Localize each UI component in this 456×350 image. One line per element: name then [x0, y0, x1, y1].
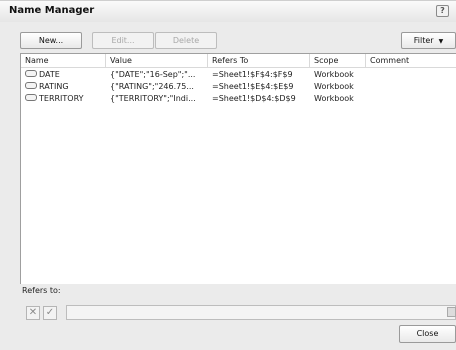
filter-button[interactable]: Filter ▼: [401, 32, 456, 49]
row-refers-to: =Sheet1!$D$4:$D$9: [212, 94, 296, 103]
delete-button-label: Delete: [172, 36, 200, 45]
row-comment: [370, 69, 456, 80]
edit-button-label: Edit...: [111, 36, 135, 45]
new-button[interactable]: New...: [20, 32, 82, 49]
row-name: TERRITORY: [39, 94, 84, 103]
table-row[interactable]: DATE {"DATE";"16-Sep";"... =Sheet1!$F$4:…: [21, 69, 456, 80]
column-header-scope-label: Scope: [314, 56, 339, 65]
confirm-icon[interactable]: ✓: [43, 306, 57, 320]
close-button-label: Close: [416, 329, 439, 338]
named-range-icon: [25, 94, 37, 101]
column-header-name-label: Name: [25, 56, 49, 65]
row-value: {"DATE";"16-Sep";"...: [110, 70, 196, 79]
row-comment: [370, 81, 456, 92]
row-value: {"RATING";"246.75...: [110, 82, 194, 91]
refers-to-label: Refers to:: [22, 286, 61, 295]
column-header-value[interactable]: Value: [106, 54, 208, 68]
row-scope: Workbook: [314, 94, 354, 103]
row-name: RATING: [39, 82, 69, 91]
row-refers-to: =Sheet1!$F$4:$F$9: [212, 70, 293, 79]
help-icon[interactable]: ?: [436, 5, 449, 17]
named-range-icon: [25, 70, 37, 77]
column-header-value-label: Value: [110, 56, 132, 65]
row-scope: Workbook: [314, 82, 354, 91]
refers-to-input[interactable]: [66, 305, 456, 320]
column-header-refers-to-label: Refers To: [212, 56, 249, 65]
table-row[interactable]: TERRITORY {"TERRITORY";"Indi... =Sheet1!…: [21, 93, 456, 104]
table-row[interactable]: RATING {"RATING";"246.75... =Sheet1!$E$4…: [21, 81, 456, 92]
column-header-name[interactable]: Name: [21, 54, 106, 68]
edit-button[interactable]: Edit...: [92, 32, 154, 49]
column-header-scope[interactable]: Scope: [310, 54, 366, 68]
row-refers-to: =Sheet1!$E$4:$E$9: [212, 82, 294, 91]
chevron-down-icon: ▼: [438, 38, 444, 45]
row-comment: [370, 93, 456, 104]
dialog-title: Name Manager: [9, 5, 95, 16]
name-manager-dialog: Name Manager ? New... Edit... Delete Fil…: [0, 0, 456, 350]
column-header-refers-to[interactable]: Refers To: [208, 54, 310, 68]
title-bar: Name Manager ?: [0, 1, 456, 22]
new-button-label: New...: [38, 36, 64, 45]
row-name: DATE: [39, 70, 60, 79]
column-header-comment[interactable]: Comment: [366, 54, 456, 68]
close-button[interactable]: Close: [399, 325, 456, 343]
filter-button-label: Filter: [413, 36, 434, 45]
row-value: {"TERRITORY";"Indi...: [110, 94, 196, 103]
delete-button[interactable]: Delete: [155, 32, 217, 49]
named-range-icon: [25, 82, 37, 89]
cancel-icon[interactable]: ✕: [26, 306, 40, 320]
names-list[interactable]: Name Value Refers To Scope Comment DATE …: [20, 53, 456, 284]
column-header-comment-label: Comment: [370, 56, 410, 65]
row-scope: Workbook: [314, 70, 354, 79]
collapse-dialog-icon[interactable]: [447, 307, 456, 317]
